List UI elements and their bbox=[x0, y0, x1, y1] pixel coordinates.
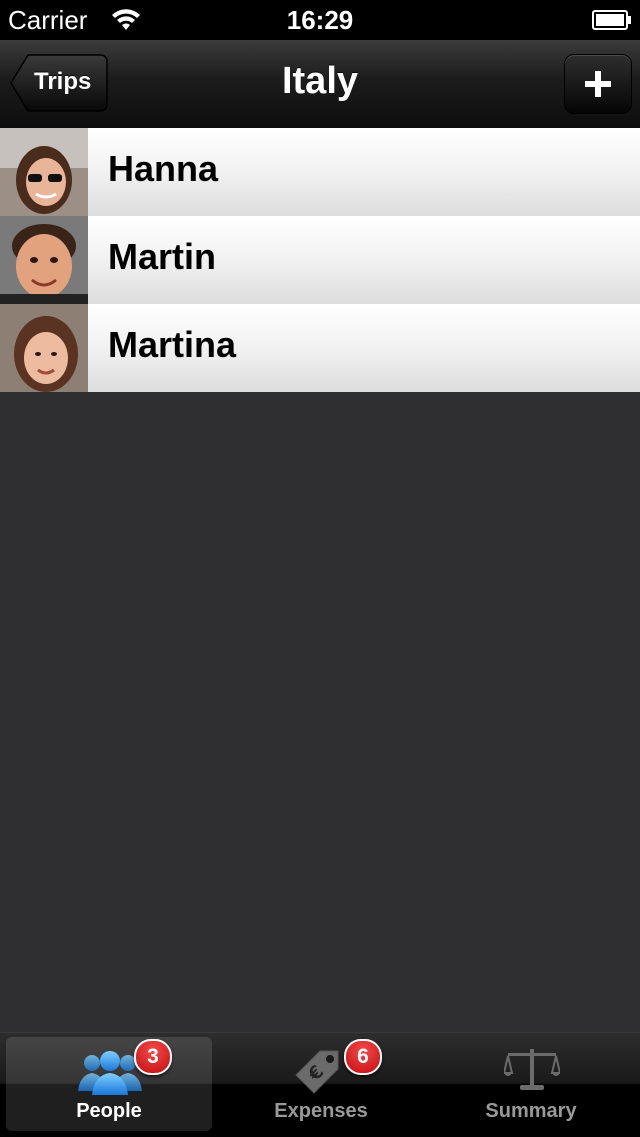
scales-icon bbox=[502, 1045, 562, 1098]
person-row-hanna[interactable]: Hanna bbox=[0, 128, 640, 216]
price-tag-euro-icon: € bbox=[292, 1045, 344, 1100]
people-count-badge: 3 bbox=[134, 1039, 172, 1075]
battery-icon bbox=[592, 10, 632, 30]
tab-expenses[interactable]: € 6 Expenses bbox=[218, 1037, 424, 1131]
person-name: Martin bbox=[108, 236, 216, 277]
person-row-martin[interactable]: Martin bbox=[0, 216, 640, 304]
navigation-bar: Trips Italy bbox=[0, 40, 640, 129]
tab-label: Summary bbox=[485, 1100, 577, 1122]
avatar bbox=[0, 304, 88, 392]
page-title: Italy bbox=[281, 60, 359, 102]
people-list: Hanna Martin Martina bbox=[0, 128, 640, 392]
avatar bbox=[0, 216, 88, 304]
tab-label: People bbox=[76, 1100, 142, 1122]
add-person-button[interactable] bbox=[564, 54, 632, 114]
person-name: Martina bbox=[108, 324, 237, 365]
person-row-martina[interactable]: Martina bbox=[0, 304, 640, 392]
tab-people[interactable]: 3 People bbox=[6, 1037, 212, 1131]
avatar bbox=[0, 128, 88, 216]
status-bar: Carrier 16:29 bbox=[0, 0, 640, 40]
tab-label: Expenses bbox=[274, 1100, 368, 1122]
clock: 16:29 bbox=[286, 5, 354, 35]
person-name: Hanna bbox=[108, 148, 219, 189]
tab-summary[interactable]: Summary bbox=[428, 1037, 634, 1131]
tab-bar: 3 People € 6 Expenses Summary bbox=[0, 1032, 640, 1137]
plus-icon bbox=[585, 71, 611, 97]
expenses-count-badge: 6 bbox=[344, 1039, 382, 1075]
